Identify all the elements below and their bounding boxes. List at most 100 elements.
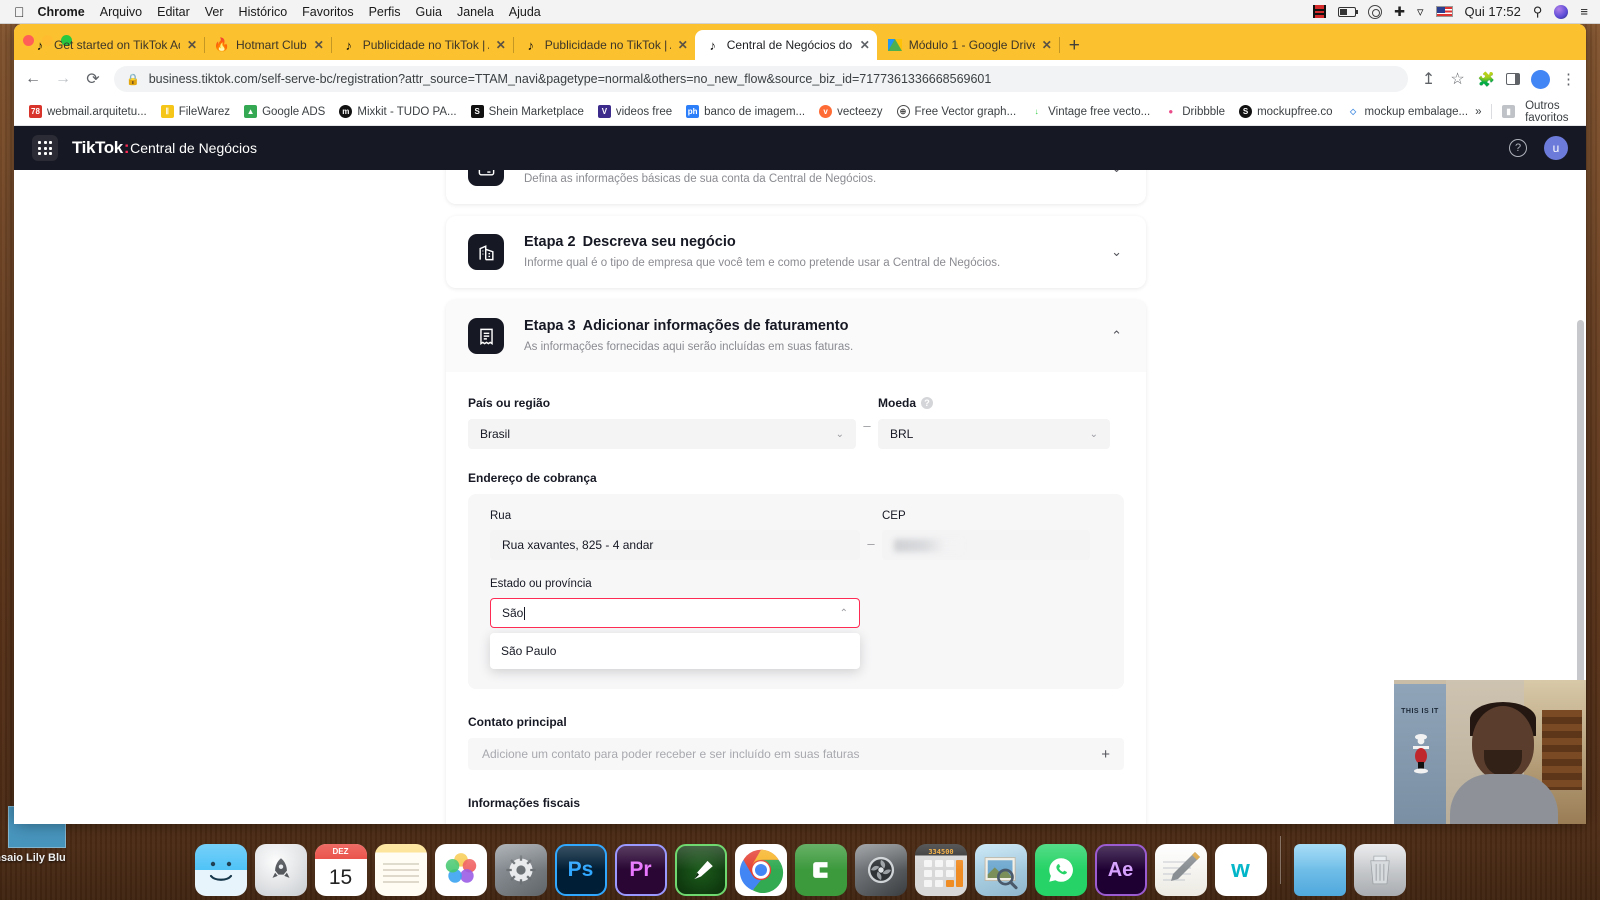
country-select[interactable]: Brasil ⌄ [468, 419, 856, 449]
close-tab-icon[interactable]: ✕ [860, 38, 870, 52]
dock-app-google-chrome[interactable] [734, 844, 787, 896]
bookmark-item[interactable]: Vvideos free [591, 105, 679, 118]
control-center-icon[interactable]: ≡ [1580, 5, 1588, 18]
menu-item-favoritos[interactable]: Favoritos [302, 5, 353, 19]
reload-button[interactable]: ⟳ [84, 69, 102, 89]
dock-app-after-effects[interactable]: Ae [1094, 844, 1147, 896]
dock-app-launchpad[interactable] [254, 844, 307, 896]
chevron-down-icon[interactable]: ⌄ [1111, 170, 1122, 176]
avatar[interactable]: u [1544, 136, 1568, 160]
bookmark-item[interactable]: 𝄃 FileWarez [154, 105, 237, 118]
siri-icon[interactable] [1554, 4, 1569, 19]
bookmark-item[interactable]: m Mixkit - TUDO PA... [332, 105, 463, 118]
dock-app-fan-utility[interactable] [854, 844, 907, 896]
info-tooltip-icon[interactable]: ? [921, 397, 934, 409]
close-tab-icon[interactable]: ✕ [1042, 38, 1052, 52]
menu-item-perfis[interactable]: Perfis [369, 5, 401, 19]
step-card-2[interactable]: Etapa 2 Descreva seu negócio Informe qual… [446, 216, 1146, 288]
chevron-up-icon[interactable]: ⌃ [1111, 328, 1122, 344]
dock-app-textedit[interactable] [1154, 844, 1207, 896]
dock-folder[interactable] [1293, 844, 1346, 896]
other-bookmarks-label[interactable]: Outros favoritos [1525, 100, 1572, 124]
dock-app-calculator[interactable]: 334500 [914, 844, 967, 896]
dock-app-finder[interactable] [194, 844, 247, 896]
bookmark-item[interactable]: ● Dribbble [1157, 105, 1232, 118]
address-bar[interactable]: 🔒 business.tiktok.com/self-serve-bc/regi… [114, 66, 1408, 92]
step-3-header[interactable]: Etapa 3 Adicionar informações de faturame… [446, 300, 1146, 372]
side-panel-icon[interactable] [1506, 73, 1520, 85]
street-input[interactable]: Rua xavantes, 825 - 4 andar [490, 530, 860, 560]
bookmark-item[interactable]: Smockupfree.co [1232, 105, 1339, 118]
add-contact-icon[interactable]: + [1101, 746, 1110, 763]
us-flag-input-icon[interactable] [1435, 6, 1453, 17]
close-tab-icon[interactable]: ✕ [187, 38, 197, 52]
bookmarks-overflow-button[interactable]: » [1475, 106, 1481, 118]
chevron-up-icon[interactable]: ⌃ [840, 608, 848, 619]
battery-icon[interactable] [1338, 6, 1359, 17]
closed-caption-icon[interactable] [1368, 4, 1383, 19]
step-2-header[interactable]: Etapa 2 Descreva seu negócio Informe qual… [446, 216, 1146, 288]
close-tab-icon[interactable]: ✕ [678, 38, 688, 52]
page-scrollbar[interactable] [1577, 320, 1584, 740]
state-option-sao-paulo[interactable]: São Paulo [490, 637, 860, 665]
close-tab-icon[interactable]: ✕ [314, 38, 324, 52]
bookmark-item[interactable]: ◇ mockup embalage... [1340, 105, 1476, 118]
app-grid-icon[interactable] [32, 135, 58, 161]
dock-app-calendar[interactable]: DEZ 15 [314, 844, 367, 896]
bookmark-item[interactable]: v vecteezy [812, 105, 889, 118]
contact-add-field[interactable]: Adicione um contato para poder receber e… [468, 738, 1124, 770]
close-tab-icon[interactable]: ✕ [496, 38, 506, 52]
bookmark-star-icon[interactable]: ☆ [1449, 69, 1467, 89]
bookmark-item[interactable]: S Shein Marketplace [464, 105, 591, 118]
menu-bar-clock[interactable]: Qui 17:52 [1465, 5, 1521, 18]
new-tab-button[interactable]: + [1069, 36, 1080, 55]
back-button[interactable]: ← [24, 70, 42, 88]
bookmark-item[interactable]: ⊕ Free Vector graph... [890, 105, 1024, 118]
dock-app-photoshop[interactable]: Ps [554, 844, 607, 896]
menu-item-janela[interactable]: Janela [457, 5, 494, 19]
step-card-1[interactable]: Defina as informações básicas de sua con… [446, 170, 1146, 204]
menu-item-chrome[interactable]: Chrome [38, 5, 85, 19]
bookmark-item[interactable]: 78 webmail.arquitetu... [22, 105, 154, 118]
dock-app-camtasia[interactable] [794, 844, 847, 896]
dock-app-w-app[interactable]: w [1214, 844, 1267, 896]
browser-tab-0[interactable]: ♪ Get started on TikTok Ads Man ✕ [22, 30, 205, 60]
apple-logo-icon[interactable]:  [14, 5, 25, 19]
dock-app-system-preferences[interactable] [494, 844, 547, 896]
help-icon[interactable]: ? [1509, 139, 1527, 157]
chrome-menu-icon[interactable]: ⋮ [1561, 70, 1576, 88]
chevron-down-icon[interactable]: ⌄ [1111, 244, 1122, 260]
dock-app-preview[interactable] [974, 844, 1027, 896]
tiktok-logo[interactable]: TikTok [72, 138, 123, 158]
browser-tab-4-active[interactable]: ♪ Central de Negócios do TikTok ✕ [694, 30, 877, 60]
bookmark-item[interactable]: ▲ Google ADS [237, 105, 332, 118]
airdrop-icon[interactable]: ✚ [1394, 5, 1405, 18]
menu-item-editar[interactable]: Editar [157, 5, 190, 19]
forward-button[interactable]: → [54, 70, 72, 88]
browser-tab-5[interactable]: Módulo 1 - Google Drive ✕ [877, 30, 1060, 60]
browser-tab-2[interactable]: ♪ Publicidade no TikTok | Anúnci ✕ [331, 30, 514, 60]
dock-app-premiere-pro[interactable]: Pr [614, 844, 667, 896]
dock-app-photos[interactable] [434, 844, 487, 896]
bookmark-item[interactable]: ph banco de imagem... [679, 105, 812, 118]
menu-item-arquivo[interactable]: Arquivo [100, 5, 142, 19]
film-strip-icon[interactable] [1313, 5, 1327, 18]
currency-select[interactable]: BRL ⌄ [878, 419, 1110, 449]
share-icon[interactable]: ↥ [1420, 69, 1438, 89]
profile-avatar[interactable] [1531, 69, 1550, 89]
spotlight-search-icon[interactable]: ⚲ [1533, 5, 1543, 18]
menu-item-historico[interactable]: Histórico [239, 5, 288, 19]
dock-app-whatsapp[interactable] [1034, 844, 1087, 896]
state-combobox[interactable]: São ⌃ [490, 598, 860, 628]
menu-item-ver[interactable]: Ver [205, 5, 224, 19]
step-1-header[interactable]: Defina as informações básicas de sua con… [446, 170, 1146, 204]
dock-trash[interactable] [1353, 844, 1406, 896]
dock-app-notes[interactable] [374, 844, 427, 896]
menu-item-ajuda[interactable]: Ajuda [509, 5, 541, 19]
wifi-icon[interactable]: ▿ [1417, 5, 1424, 18]
browser-tab-1[interactable]: 🔥 Hotmart Club ✕ [204, 30, 332, 60]
menu-item-guia[interactable]: Guia [416, 5, 442, 19]
bookmark-item[interactable]: ↓ Vintage free vecto... [1023, 105, 1157, 118]
dock-app-sketch-pen[interactable] [674, 844, 727, 896]
extensions-puzzle-icon[interactable]: 🧩 [1478, 71, 1495, 88]
